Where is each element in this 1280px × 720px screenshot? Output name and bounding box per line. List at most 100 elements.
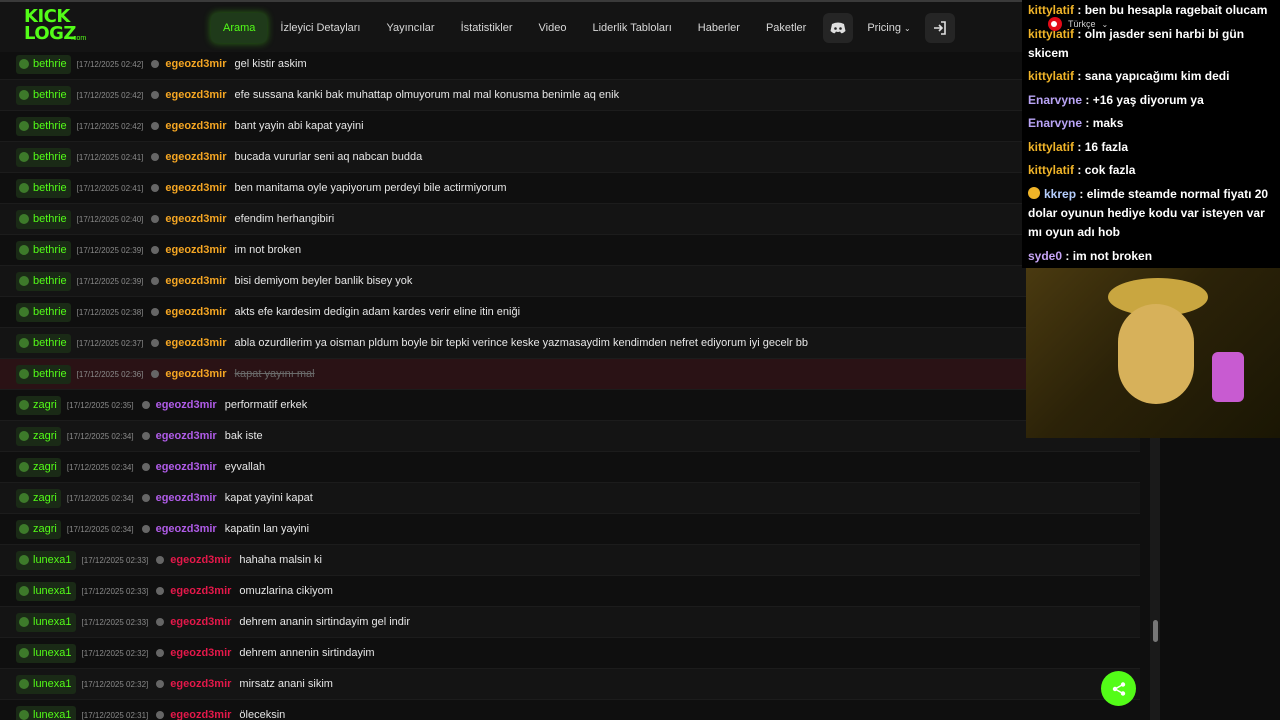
username[interactable]: egeozd3mir [156, 430, 217, 442]
channel-tag[interactable]: bethrie [16, 85, 71, 105]
info-icon[interactable] [151, 339, 160, 347]
channel-tag[interactable]: bethrie [16, 147, 71, 167]
username[interactable]: egeozd3mir [156, 492, 217, 504]
message-text: hahaha malsin ki [239, 554, 322, 566]
kicklogz-logo[interactable]: KICK LOGZ .com [24, 8, 90, 46]
username[interactable]: egeozd3mir [156, 523, 217, 535]
username[interactable]: egeozd3mir [170, 616, 231, 628]
nav-izleyici-detaylari[interactable]: İzleyici Detayları [267, 13, 373, 43]
username[interactable]: egeozd3mir [165, 213, 226, 225]
username[interactable]: egeozd3mir [165, 275, 226, 287]
channel-tag[interactable]: zagri [16, 457, 61, 477]
username[interactable]: egeozd3mir [170, 647, 231, 659]
nav-video[interactable]: Video [526, 13, 580, 43]
channel-tag[interactable]: lunexa1 [16, 674, 76, 694]
share-button[interactable] [1101, 671, 1136, 706]
channel-name: bethrie [33, 182, 67, 194]
nav-paketler[interactable]: Paketler [753, 13, 819, 43]
username[interactable]: egeozd3mir [170, 585, 231, 597]
channel-tag[interactable]: bethrie [16, 54, 71, 74]
channel-tag[interactable]: bethrie [16, 333, 71, 353]
info-icon[interactable] [151, 277, 160, 285]
info-icon[interactable] [151, 370, 160, 378]
channel-tag[interactable]: lunexa1 [16, 643, 76, 663]
login-button[interactable] [924, 13, 955, 43]
overlay-username: syde0 [1028, 249, 1063, 263]
username[interactable]: egeozd3mir [170, 554, 231, 566]
username[interactable]: egeozd3mir [156, 461, 217, 473]
username[interactable]: egeozd3mir [165, 58, 226, 70]
username[interactable]: egeozd3mir [156, 399, 217, 411]
info-icon[interactable] [151, 91, 160, 99]
channel-avatar-icon [19, 369, 29, 379]
nav-haberler[interactable]: Haberler [685, 13, 753, 43]
username[interactable]: egeozd3mir [165, 337, 226, 349]
channel-tag[interactable]: bethrie [16, 116, 71, 136]
channel-name: lunexa1 [33, 709, 72, 720]
channel-tag[interactable]: lunexa1 [16, 550, 76, 570]
message-text: dehrem annenin sirtindayim [239, 647, 375, 659]
channel-tag[interactable]: bethrie [16, 271, 71, 291]
chat-row: zagri [17/12/2025 02:35] egeozd3mir perf… [0, 390, 1140, 421]
logo-suffix: .com [71, 35, 87, 42]
info-icon[interactable] [156, 587, 165, 595]
username[interactable]: egeozd3mir [165, 151, 226, 163]
channel-tag[interactable]: lunexa1 [16, 705, 76, 720]
nav-istatistikler[interactable]: İstatistikler [448, 13, 526, 43]
username[interactable]: egeozd3mir [165, 182, 226, 194]
info-icon[interactable] [151, 60, 160, 68]
info-icon[interactable] [151, 308, 160, 316]
nav-liderlik-tablolari[interactable]: Liderlik Tabloları [579, 13, 684, 43]
username[interactable]: egeozd3mir [165, 244, 226, 256]
username[interactable]: egeozd3mir [170, 709, 231, 720]
username[interactable]: egeozd3mir [165, 368, 226, 380]
info-icon[interactable] [151, 246, 160, 254]
info-icon[interactable] [141, 432, 150, 440]
discord-button[interactable] [823, 13, 854, 43]
channel-tag[interactable]: bethrie [16, 178, 71, 198]
info-icon[interactable] [151, 122, 160, 130]
info-icon[interactable] [141, 525, 150, 533]
pricing-dropdown[interactable]: Pricing ⌄ [857, 13, 920, 43]
info-icon[interactable] [156, 649, 165, 657]
channel-name: lunexa1 [33, 647, 72, 659]
share-icon [1112, 681, 1125, 696]
channel-tag[interactable]: bethrie [16, 364, 71, 384]
timestamp: [17/12/2025 02:32] [81, 679, 149, 689]
channel-tag[interactable]: lunexa1 [16, 581, 76, 601]
channel-tag[interactable]: zagri [16, 488, 61, 508]
info-icon[interactable] [151, 153, 160, 161]
info-icon[interactable] [156, 618, 165, 626]
channel-tag[interactable]: zagri [16, 519, 61, 539]
chevron-down-icon: ⌄ [1101, 19, 1109, 29]
nav-arama[interactable]: Arama [211, 13, 268, 43]
channel-tag[interactable]: lunexa1 [16, 612, 76, 632]
username[interactable]: egeozd3mir [165, 89, 226, 101]
username[interactable]: egeozd3mir [170, 678, 231, 690]
message-text: gel kistir askim [234, 58, 307, 70]
info-icon[interactable] [141, 463, 150, 471]
channel-tag[interactable]: bethrie [16, 240, 71, 260]
info-icon[interactable] [156, 556, 165, 564]
channel-tag[interactable]: zagri [16, 395, 61, 415]
info-icon[interactable] [156, 711, 165, 719]
nav-yayincilar[interactable]: Yayıncılar [373, 13, 447, 43]
info-icon[interactable] [141, 494, 150, 502]
timestamp: [17/12/2025 02:34] [66, 431, 134, 441]
info-icon[interactable] [141, 401, 150, 409]
info-icon[interactable] [156, 680, 165, 688]
timestamp: [17/12/2025 02:41] [76, 152, 144, 162]
username[interactable]: egeozd3mir [165, 306, 226, 318]
channel-tag[interactable]: bethrie [16, 209, 71, 229]
scrollbar-thumb[interactable] [1153, 620, 1158, 642]
username[interactable]: egeozd3mir [165, 120, 226, 132]
channel-tag[interactable]: zagri [16, 426, 61, 446]
channel-tag[interactable]: bethrie [16, 302, 71, 322]
message-text: akts efe kardesim dedigin adam kardes ve… [234, 306, 521, 318]
channel-avatar-icon [19, 586, 29, 596]
overlay-message: 16 fazla [1084, 140, 1129, 154]
streamer-webcam [1026, 268, 1280, 438]
language-selector[interactable]: Türkçe ⌄ [1048, 17, 1108, 31]
info-icon[interactable] [151, 215, 160, 223]
info-icon[interactable] [151, 184, 160, 192]
